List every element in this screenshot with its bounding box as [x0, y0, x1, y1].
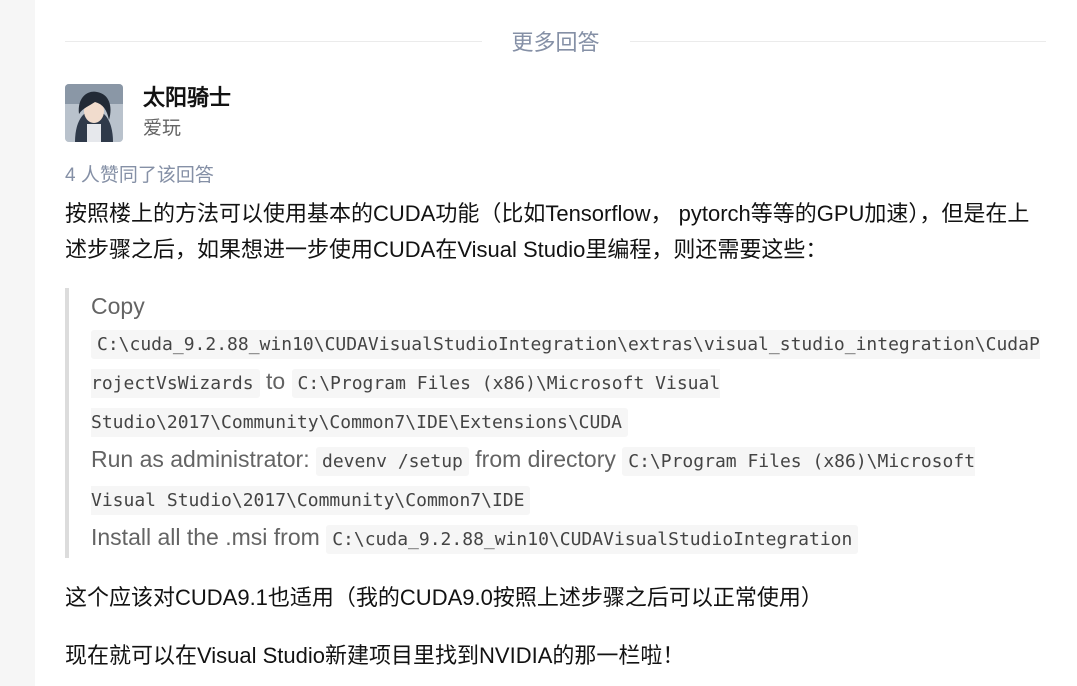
to-word: to [265, 368, 286, 394]
avatar[interactable] [65, 84, 123, 142]
quote-copy-paths: C:\cuda_9.2.88_win10\CUDAVisualStudioInt… [91, 324, 1045, 441]
run-label: Run as administrator: [91, 446, 310, 472]
run-command: devenv /setup [315, 447, 469, 476]
answer-note-1: 这个应该对CUDA9.1也适用（我的CUDA9.0按照上述步骤之后可以正常使用） [65, 585, 823, 610]
vote-count: 4 人赞同了该回答 [65, 165, 214, 186]
quote-copy-line: Copy [91, 288, 1045, 324]
divider-line-right [629, 40, 1047, 42]
more-answers-divider: 更多回答 [65, 22, 1047, 60]
avatar-image [65, 84, 123, 142]
author-name[interactable]: 太阳骑士 [143, 84, 231, 112]
author-info: 太阳骑士 爱玩 [143, 84, 231, 142]
author-block: 太阳骑士 爱玩 [65, 84, 231, 144]
answer-card: 更多回答 太阳骑士 爱玩 4 人赞同了该回答 按照楼上的方法可以使用基本的CUD… [35, 0, 1077, 686]
answer-content: 按照楼上的方法可以使用基本的CUDA功能（比如Tensorflow， pytor… [65, 196, 1045, 674]
more-answers-label[interactable]: 更多回答 [482, 25, 630, 57]
install-label: Install all the .msi from [91, 524, 320, 550]
author-bio: 爱玩 [143, 118, 182, 139]
answer-intro: 按照楼上的方法可以使用基本的CUDA功能（比如Tensorflow， pytor… [65, 201, 1030, 262]
from-directory-label: from directory [475, 446, 616, 472]
instruction-quote: Copy C:\cuda_9.2.88_win10\CUDAVisualStud… [65, 288, 1045, 558]
answer-note-2: 现在就可以在Visual Studio新建项目里找到NVIDIA的那一栏啦！ [65, 643, 685, 668]
quote-run-line: Run as administrator: devenv /setup from… [91, 441, 1045, 519]
divider-line-left [65, 40, 482, 42]
quote-install-line: Install all the .msi from C:\cuda_9.2.88… [91, 519, 1045, 558]
copy-label: Copy [91, 293, 145, 319]
install-directory-path: C:\cuda_9.2.88_win10\CUDAVisualStudioInt… [326, 525, 859, 554]
